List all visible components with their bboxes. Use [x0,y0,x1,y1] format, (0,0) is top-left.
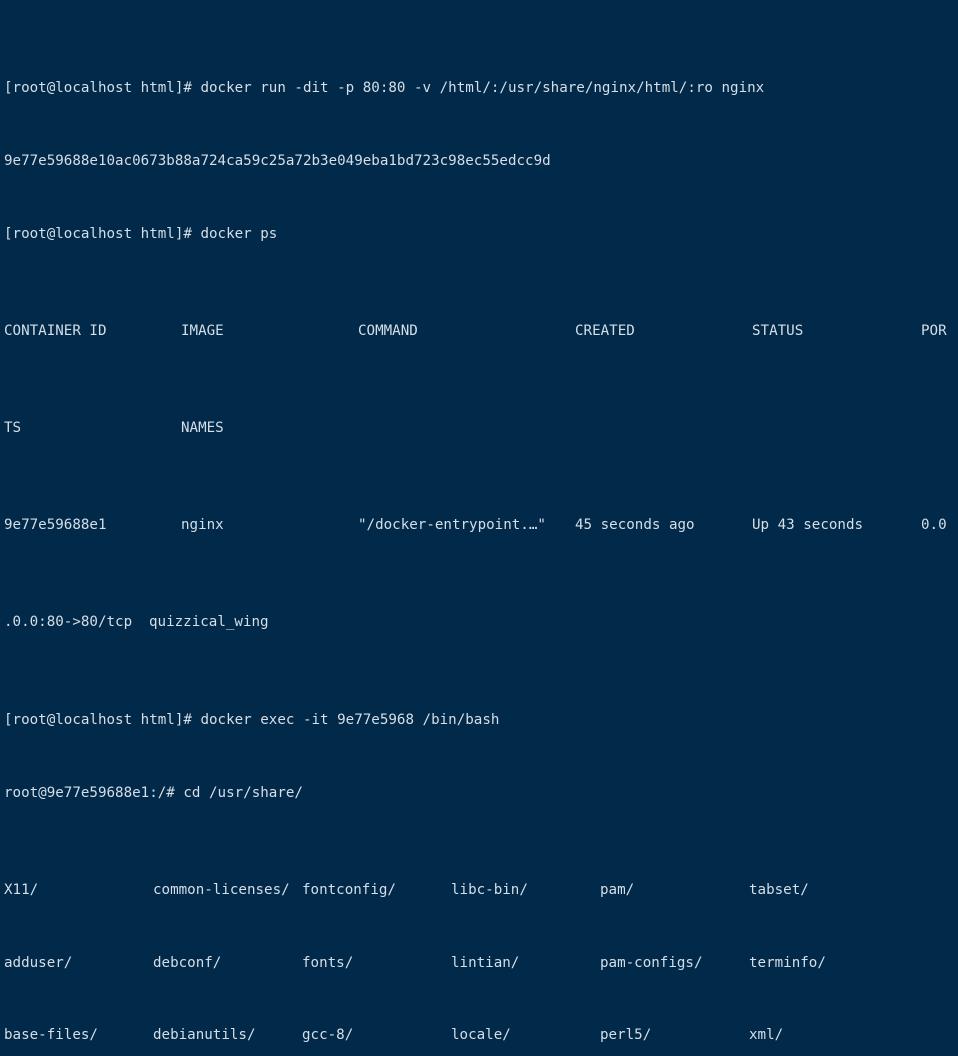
ps-column-header-ports-part2: TS [4,420,22,437]
ls-entry: fontconfig/ [302,881,396,898]
ls-entry: base-files/ [4,1027,98,1044]
ps-column-header-container-id: CONTAINER ID [4,322,107,339]
ls-entry: libc-bin/ [451,881,528,898]
command-line-docker-exec: [root@localhost html]# docker exec -it 9… [4,711,500,728]
ps-cell-ports-part2: .0.0:80->80/tcp [4,614,133,631]
ps-column-header-status: STATUS [752,322,804,339]
command-line-docker-run: [root@localhost html]# docker run -dit -… [4,79,765,96]
command-line-docker-ps: [root@localhost html]# docker ps [4,225,278,242]
ls-entry: fonts/ [302,954,354,971]
ls-entry: debianutils/ [153,1027,256,1044]
ls-entry: xml/ [749,1027,784,1044]
ls-entry: adduser/ [4,954,73,971]
docker-ps-row-1-wrap: .0.0:80->80/tcp quizzical_wing [4,610,958,634]
ps-column-header-command: COMMAND [358,322,418,339]
ps-column-header-ports-part1: POR [921,322,947,339]
ls-entry: common-licenses/ [153,881,290,898]
ls-entry: tabset/ [749,881,809,898]
terminal-window[interactable]: [root@localhost html]# docker run -dit -… [0,0,958,1043]
ls-entry: X11/ [4,881,39,898]
docker-ps-row-1: 9e77e59688e1 nginx "/docker-entrypoint.…… [4,513,958,537]
ls-entry: locale/ [451,1027,511,1044]
ps-cell-command: "/docker-entrypoint.…" [358,517,546,534]
ls-entry: pam-configs/ [600,954,703,971]
ps-column-header-image: IMAGE [181,322,224,339]
ps-cell-status: Up 43 seconds [752,517,864,534]
command-line-cd-usr-share: root@9e77e59688e1:/# cd /usr/share/ [4,784,303,801]
ls-entry: perl5/ [600,1027,652,1044]
ls-entry: pam/ [600,881,635,898]
ls-row: X11/ common-licenses/ fontconfig/ libc-b… [4,878,958,902]
ps-cell-created: 45 seconds ago [575,517,695,534]
ls-entry: gcc-8/ [302,1027,354,1044]
ls-entry: lintian/ [451,954,520,971]
docker-ps-header-row-1: CONTAINER ID IMAGE COMMAND CREATED STATU… [4,319,958,343]
ps-column-header-created: CREATED [575,322,635,339]
ps-cell-container-id: 9e77e59688e1 [4,517,107,534]
output-container-id-hash: 9e77e59688e10ac0673b88a724ca59c25a72b3e0… [4,152,551,169]
ps-cell-image: nginx [181,517,224,534]
ls-entry: terminfo/ [749,954,826,971]
ps-column-header-names: NAMES [181,420,224,437]
docker-ps-header-row-2: TS NAMES [4,416,958,440]
ps-cell-names: quizzical_wing [149,614,269,631]
ls-row: adduser/ debconf/ fonts/ lintian/ pam-co… [4,951,958,975]
ls-row: base-files/ debianutils/ gcc-8/ locale/ … [4,1023,958,1047]
ls-entry: debconf/ [153,954,222,971]
ps-cell-ports-part1: 0.0 [921,517,947,534]
